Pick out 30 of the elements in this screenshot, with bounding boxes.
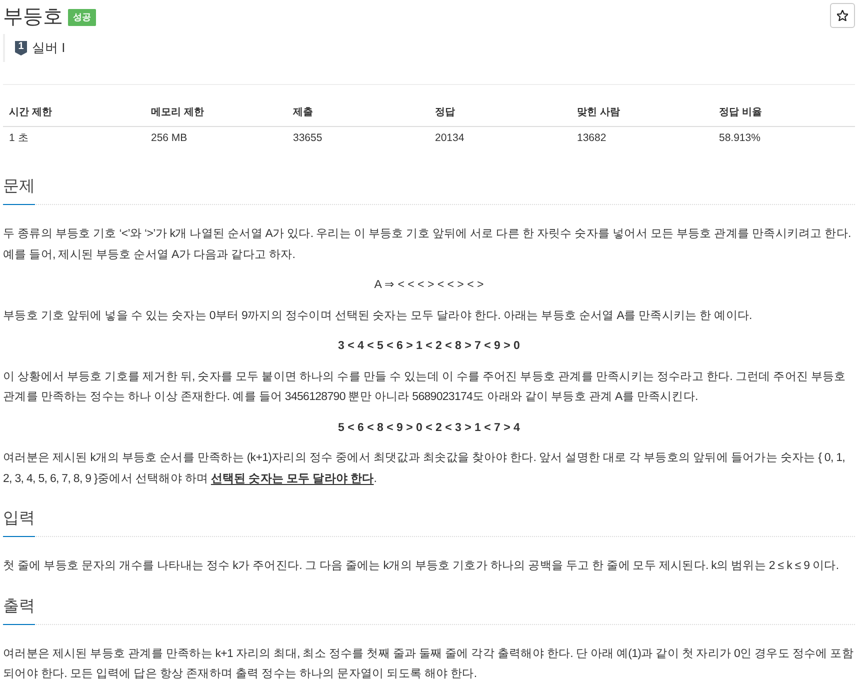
example-line: A ⇒ < < < > < < > < > [373,278,485,293]
table-header-cell: 메모리 제한 [145,100,287,126]
table-cell: 33655 [287,126,429,152]
paragraph: 여러분은 제시된 부등호 관계를 만족하는 k+1 자리의 최대, 최소 정수를 첫째 줄과 둘째 줄에 각각 출력해야 한다. 단 아래 예(1)과 같이 첫 자리가 0인 경우도 정수에 포함되어야 한다. 모든 입력에 답은 항상 존재하며 출력 정수는 하나의 문자열이 되도록 해야 한다. [3,646,854,682]
example-line: 3 < 4 < 5 < 6 > 1 < 2 < 8 > 7 < 9 > 0 [337,339,521,354]
table-header-cell: 정답 비율 [713,100,855,126]
table-cell: 20134 [429,126,571,152]
tier-emblem: 1 [15,40,27,56]
example-line: 5 < 6 < 8 < 9 > 0 < 2 < 3 > 1 < 7 > 4 [337,420,521,436]
star-icon [837,10,848,21]
table-header-cell: 맞힌 사람 [571,100,713,126]
table-header-cell: 제출 [287,100,429,126]
section-heading: 문제 [3,175,35,205]
tier-label: 실버 I [32,39,66,57]
paragraph: 이 상황에서 부등호 기호를 제거한 뒤, 숫자를 모두 붙이면 하나의 수를 만들 수 있는데 이 수를 주어진 부등호 관계를 만족시키는 정수라고 한다. 그런데 주어진 부등호 관계를 만족하는 정수는 하나 이상 존재한다. 예를 들어 3456128790 뿐만 아니라 5689023174도 아래와 같이 부등호 관계 A를 만족시킨다. [3,370,847,405]
problem-title: 부등호 [3,5,63,30]
star-button[interactable] [830,3,855,28]
table-header-cell: 시간 제한 [3,100,145,126]
paragraph: 부등호 기호 앞뒤에 넣을 수 있는 숫자는 0부터 9까지의 정수이며 선택된 숫자는 모두 달라야 한다. 아래는 부등호 순서열 A를 만족시키는 한 예이다. [3,308,753,324]
paragraph: 첫 줄에 부등호 문자의 개수를 나타내는 정수 k가 주어진다. 그 다음 줄에는 k개의 부등호 기호가 하나의 공백을 두고 한 줄에 모두 제시된다. k의 범위는 2 ≤ k ≤ 9 이다. [3,559,840,574]
table-header-cell: 정답 [429,100,571,126]
section-heading: 입력 [3,507,35,537]
status-label: 성공 [68,9,96,26]
paragraph: 두 종류의 부등호 기호 ‘<’와 ‘>’가 k개 나열된 순서열 A가 있다. 우리는 이 부등호 기호 앞뒤에 서로 다른 한 자릿수 숫자를 넣어서 모든 부등호 관계를 만족시키려고 한다. 예를 들어, 제시된 부등호 순서열 A가 다음과 같다고 하자. [3,227,852,262]
paragraph: 여러분은 제시된 k개의 부등호 순서를 만족하는 (k+1)자리의 정수 중에서 최댓값과 최솟값을 찾아야 한다. 앞서 설명한 대로 각 부등호의 앞뒤에 들어가는 숫자는 { 0, 1, 2, 3, 4, 5, 6, 7, 8, 9 }중에서 선택해야 하며 선택된 숫자는 모두 달라야 한다. [3,451,846,486]
table-cell: 1 초 [3,126,145,152]
table-cell: 256 MB [145,126,287,152]
table-cell: 58.913% [713,126,855,152]
section-heading: 출력 [3,594,35,624]
table-cell: 13682 [571,126,713,152]
